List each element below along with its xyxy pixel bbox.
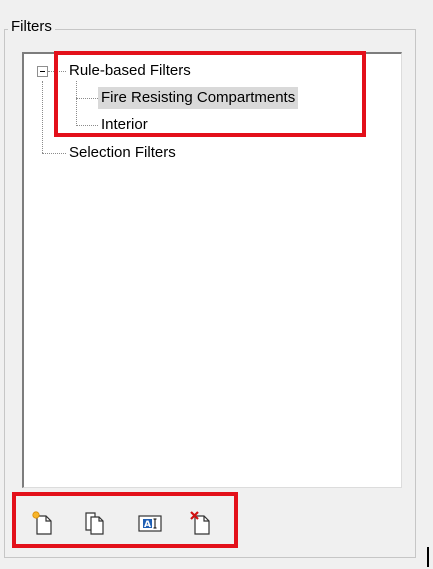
highlight-frame-tree [54, 51, 366, 137]
tree-connector [42, 81, 43, 153]
text-cursor [427, 547, 429, 567]
filters-group-title: Filters [8, 18, 55, 36]
highlight-frame-toolbar [12, 492, 238, 548]
tree-connector [42, 153, 66, 154]
tree-node-selection-filters[interactable]: Selection Filters [66, 142, 179, 164]
collapse-icon[interactable] [37, 66, 48, 77]
